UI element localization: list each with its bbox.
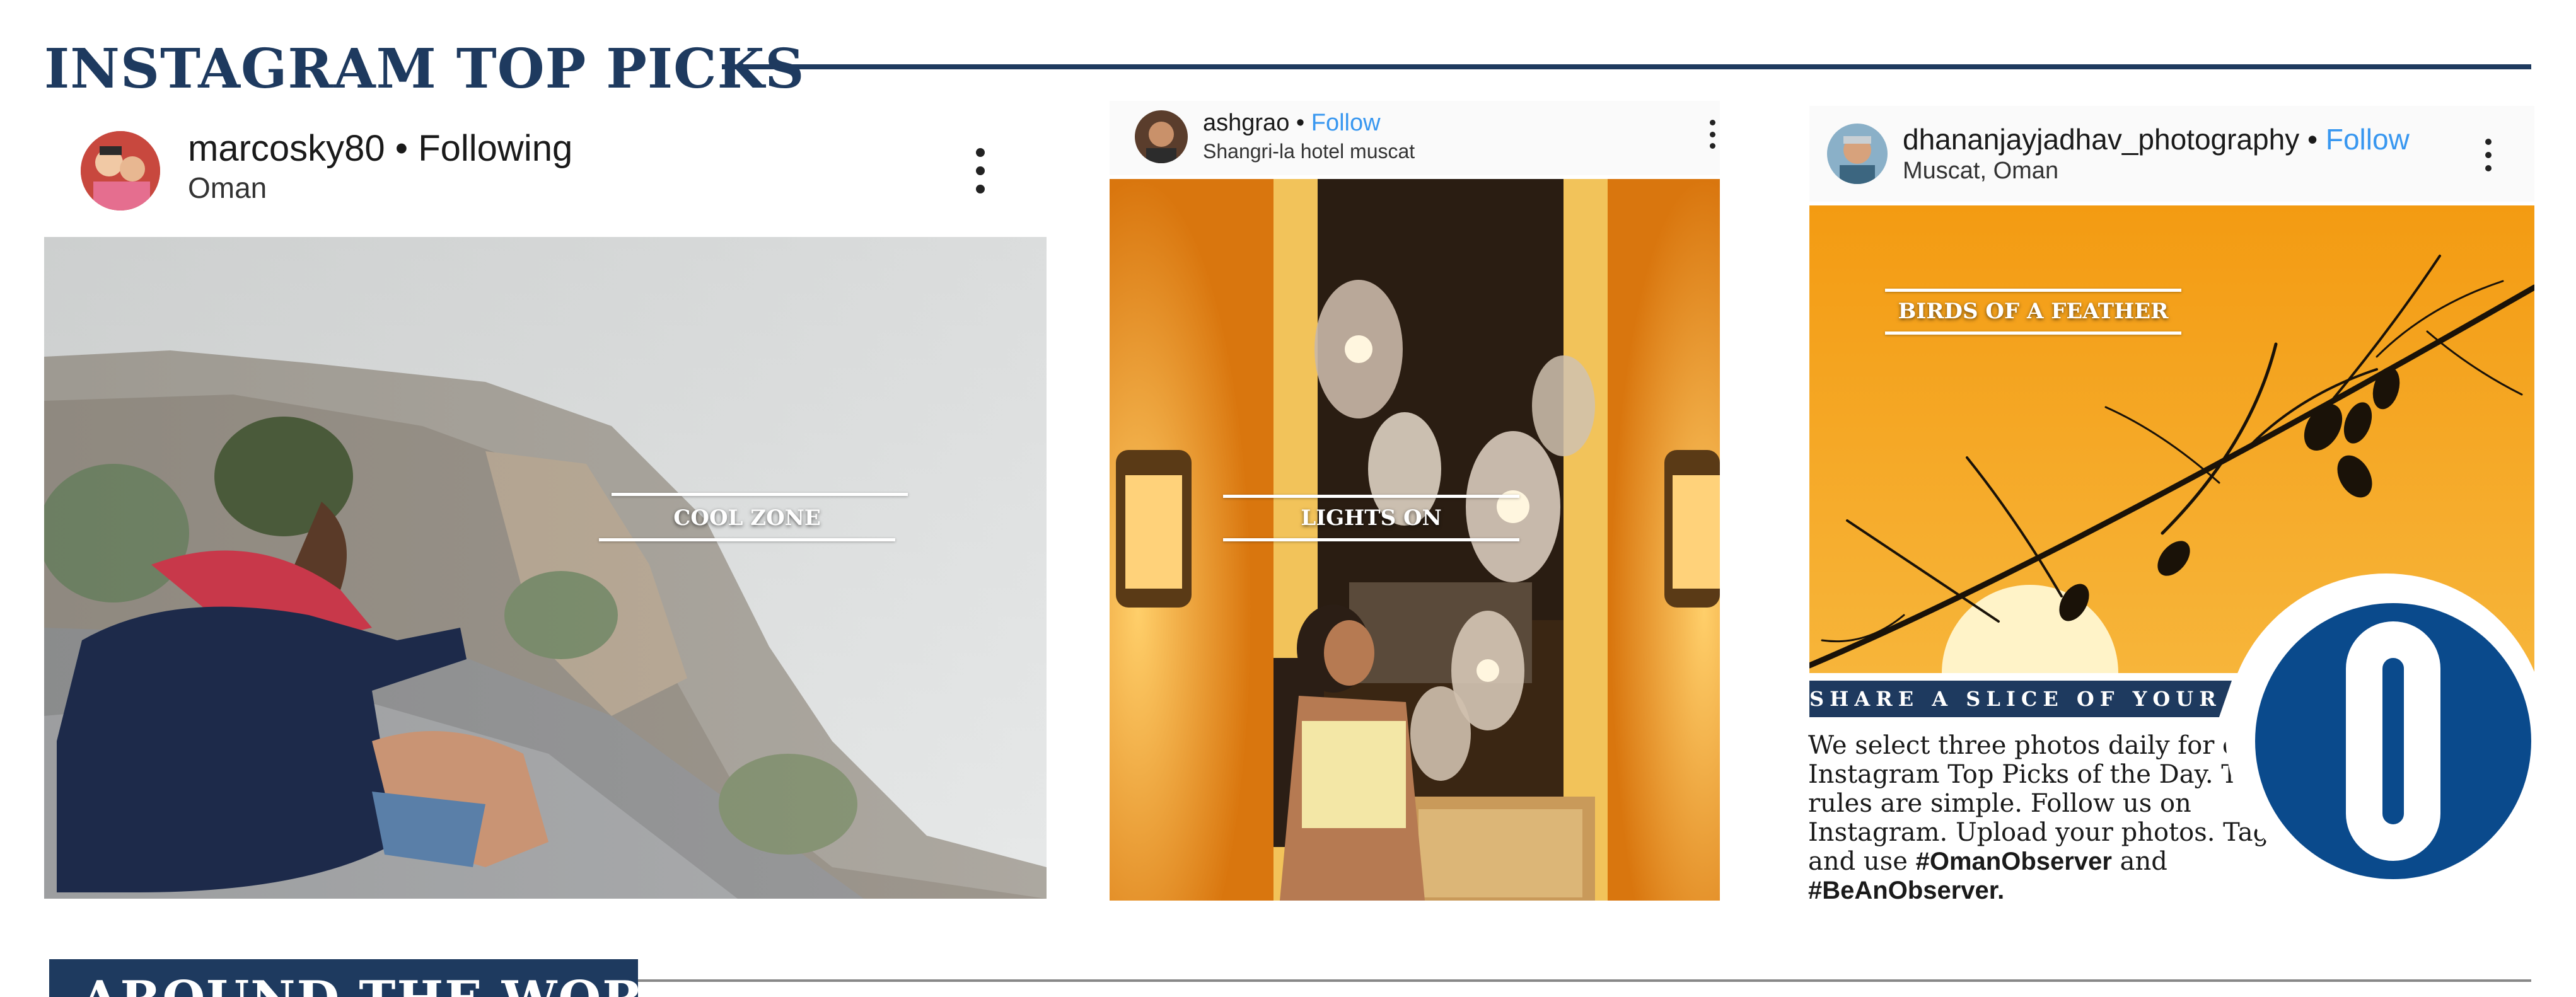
post-photo bbox=[44, 237, 1047, 899]
photo-caption: BIRDS OF A FEATHER bbox=[1898, 299, 2169, 324]
location[interactable]: Oman bbox=[188, 170, 267, 205]
follow-button[interactable]: Follow bbox=[1311, 110, 1381, 136]
promo-banner: SHARE A SLICE OF YOUR LIFE bbox=[1809, 681, 2232, 717]
header-rule bbox=[722, 64, 2531, 69]
separator-dot: • bbox=[2307, 123, 2318, 156]
photo-caption: LIGHTS ON bbox=[1301, 505, 1442, 531]
caption-rule-bottom bbox=[599, 538, 895, 541]
next-section-title: AROUND THE WORLD bbox=[81, 971, 638, 997]
caption-rule-bottom bbox=[1223, 538, 1519, 541]
promo-joiner: and bbox=[2120, 847, 2167, 876]
post-card-1: marcosky80 • Following Oman COOL ZONE bbox=[44, 120, 1047, 901]
username[interactable]: dhananjayjadhav_photography bbox=[1903, 123, 2299, 156]
avatar-photo bbox=[1827, 124, 1888, 184]
avatar-photo bbox=[1135, 110, 1188, 163]
post-header-line: ashgrao • Follow bbox=[1203, 108, 1381, 137]
separator-dot: • bbox=[395, 128, 409, 169]
caption-rule-top bbox=[612, 493, 908, 496]
caption-rule-top bbox=[1223, 495, 1519, 498]
kebab-menu-icon[interactable] bbox=[974, 148, 987, 193]
username[interactable]: marcosky80 bbox=[188, 128, 385, 169]
follow-status[interactable]: Following bbox=[418, 128, 572, 169]
kebab-menu-icon[interactable] bbox=[1709, 120, 1716, 149]
hashtag-be-an-observer[interactable]: #BeAnObserver. bbox=[1808, 877, 2004, 904]
post-card-2: ashgrao • Follow Shangri-la hotel muscat bbox=[1110, 101, 1720, 902]
caption-rule-bottom bbox=[1885, 331, 2181, 335]
next-section-rule bbox=[638, 979, 2531, 982]
post-header-line: marcosky80 • Following bbox=[188, 127, 572, 170]
avatar[interactable] bbox=[1827, 124, 1888, 184]
post-header-bar bbox=[1110, 101, 1720, 175]
hashtag-oman-observer[interactable]: #OmanObserver bbox=[1916, 848, 2112, 875]
photo-caption: COOL ZONE bbox=[673, 505, 821, 531]
avatar[interactable] bbox=[81, 131, 160, 210]
next-section-tab: AROUND THE WORLD bbox=[49, 959, 638, 997]
location[interactable]: Muscat, Oman bbox=[1903, 156, 2058, 185]
caption-rule-top bbox=[1885, 289, 2181, 292]
location[interactable]: Shangri-la hotel muscat bbox=[1203, 139, 1415, 164]
logo-letter-o bbox=[2346, 621, 2440, 861]
avatar-photo bbox=[81, 131, 160, 210]
avatar[interactable] bbox=[1135, 110, 1188, 163]
kebab-menu-icon[interactable] bbox=[2484, 139, 2493, 171]
section-title: INSTAGRAM TOP PICKS bbox=[44, 37, 805, 101]
oman-observer-logo bbox=[2255, 603, 2531, 879]
post-header-line: dhananjayjadhav_photography • Follow bbox=[1903, 122, 2410, 156]
separator-dot: • bbox=[1296, 110, 1305, 136]
follow-button[interactable]: Follow bbox=[2326, 123, 2410, 156]
username[interactable]: ashgrao bbox=[1203, 110, 1289, 136]
